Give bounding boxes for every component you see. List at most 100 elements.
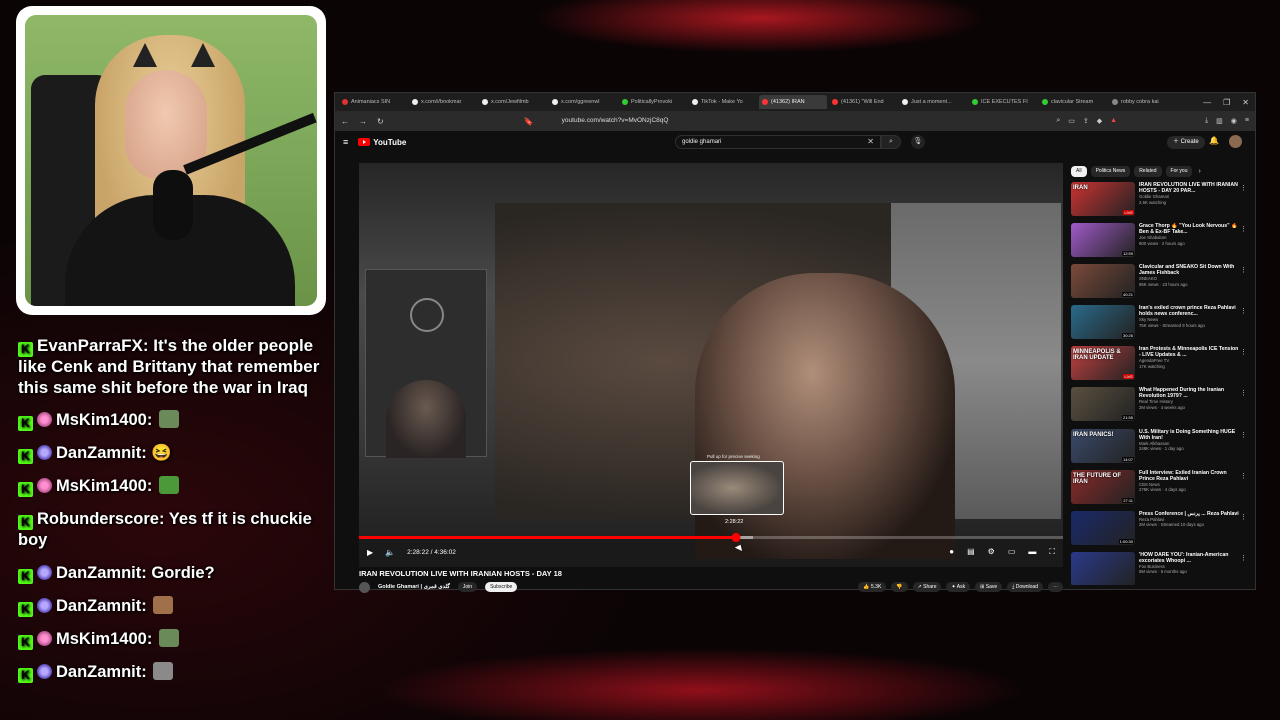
join-button[interactable]: Join — [457, 582, 478, 592]
chat-username[interactable]: Robunderscore — [37, 510, 159, 528]
more-actions-icon[interactable]: ⋯ — [1048, 582, 1063, 592]
video-thumbnail[interactable]: IRAN PANICS! 14:07 — [1071, 428, 1135, 463]
adblock-icon[interactable]: ▲ — [1110, 117, 1117, 125]
video-title[interactable]: Iran Protests & Minneapolis ICE Tension … — [1139, 346, 1239, 358]
filter-chip[interactable]: For you — [1165, 165, 1193, 177]
save-button[interactable]: ⊞ Save — [975, 582, 1003, 592]
share-icon[interactable]: ⇪ — [1083, 117, 1089, 125]
video-thumbnail[interactable]: 21:55 — [1071, 387, 1135, 422]
video-thumbnail[interactable]: MINNEAPOLIS & IRAN UPDATE LIVE — [1071, 346, 1135, 381]
video-title[interactable]: Full Interview: Exiled Iranian Crown Pri… — [1139, 470, 1239, 482]
progress-bar[interactable] — [359, 533, 1063, 542]
account-avatar[interactable] — [1229, 135, 1242, 148]
video-title[interactable]: Grace Thorp 🔥 "You Look Nervous" 🔥 Ben &… — [1139, 223, 1239, 235]
video-title[interactable]: Press Conference | پرنس ... Reza Pahlavi — [1139, 511, 1239, 517]
video-thumbnail[interactable] — [1071, 551, 1135, 585]
back-icon[interactable]: ← — [341, 117, 349, 126]
video-thumbnail[interactable]: IRAN LIVE — [1071, 182, 1135, 216]
ask-button[interactable]: ✦ Ask — [946, 582, 971, 592]
filter-chip[interactable]: Politics News — [1090, 165, 1131, 177]
dislike-button[interactable]: 👎 — [891, 582, 908, 592]
browser-tab[interactable]: Just a moment... — [899, 95, 967, 109]
reload-icon[interactable]: ↻ — [377, 117, 384, 126]
more-options-icon[interactable]: ⋮ — [1240, 348, 1247, 356]
video-title[interactable]: What Happened During the Iranian Revolut… — [1139, 387, 1239, 399]
channel-name[interactable]: Goldie Ghamari | گلدی قمری — [378, 584, 450, 590]
recommended-video[interactable]: MINNEAPOLIS & IRAN UPDATE LIVE Iran Protes… — [1071, 346, 1249, 385]
clear-search-icon[interactable]: ✕ — [867, 136, 874, 148]
more-options-icon[interactable]: ⋮ — [1240, 184, 1247, 192]
download-button[interactable]: ⤓ Download — [1007, 582, 1043, 592]
video-title[interactable]: Clavicular and SNEAKO Sit Down With Jame… — [1139, 264, 1239, 276]
video-player[interactable]: Pull up for precise seeking 2:28:22 ▶ 🔈 … — [359, 163, 1063, 567]
youtube-logo[interactable]: YouTube — [358, 138, 406, 147]
chat-username[interactable]: MsKim1400 — [56, 630, 147, 648]
video-thumbnail[interactable]: 1:00:30 — [1071, 510, 1135, 545]
browser-tab[interactable]: PoliticallyProvoki — [619, 95, 687, 109]
recommended-video[interactable]: 21:55 What Happened During the Iranian Re… — [1071, 387, 1249, 426]
more-options-icon[interactable]: ⋮ — [1240, 307, 1247, 315]
like-button[interactable]: 👍 5.3K — [858, 582, 887, 592]
more-options-icon[interactable]: ⋮ — [1240, 513, 1247, 521]
filter-chip[interactable]: Related — [1134, 165, 1162, 177]
browser-tab[interactable]: TikTok - Make Yo — [689, 95, 757, 109]
settings-icon[interactable]: ⚙ — [988, 547, 995, 557]
recommended-video[interactable]: IRAN LIVE IRAN REVOLUTION LIVE WITH IRANIA… — [1071, 182, 1249, 221]
chat-username[interactable]: DanZamnit — [56, 564, 141, 582]
browser-tab[interactable]: robby cobra kai — [1109, 95, 1177, 109]
chat-username[interactable]: MsKim1400 — [56, 477, 147, 495]
search-input[interactable]: goldie ghamari ✕ — [675, 135, 881, 149]
recommended-video[interactable]: 1:00:30 Press Conference | پرنس ... Reza … — [1071, 510, 1249, 550]
sidebar-icon[interactable]: ▥ — [1216, 117, 1223, 125]
more-options-icon[interactable]: ⋮ — [1240, 389, 1247, 397]
notifications-icon[interactable]: 🔔 — [1209, 136, 1219, 145]
miniplayer-icon[interactable]: ▭ — [1008, 547, 1016, 557]
screenshot-icon[interactable]: ▭ — [1068, 117, 1075, 125]
downloads-icon[interactable]: ⤓ — [1205, 117, 1208, 125]
video-title[interactable]: Iran's exiled crown prince Reza Pahlavi … — [1139, 305, 1239, 317]
video-thumbnail[interactable]: 40:21 — [1071, 264, 1135, 299]
theater-icon[interactable]: ▬ — [1028, 547, 1036, 557]
video-thumbnail[interactable]: 30:26 — [1071, 305, 1135, 340]
hamburger-menu-icon[interactable]: ≡ — [343, 137, 348, 147]
more-options-icon[interactable]: ⋮ — [1240, 431, 1247, 439]
chevron-right-icon[interactable]: › — [1198, 168, 1200, 175]
profile-icon[interactable]: ◉ — [1231, 117, 1237, 125]
more-options-icon[interactable]: ⋮ — [1240, 225, 1247, 233]
chat-username[interactable]: DanZamnit — [56, 663, 141, 681]
more-options-icon[interactable]: ⋮ — [1240, 266, 1247, 274]
browser-tab[interactable]: (41362) IRAN — [759, 95, 827, 109]
video-title[interactable]: IRAN REVOLUTION LIVE WITH IRANIAN HOSTS … — [1139, 182, 1239, 194]
fullscreen-icon[interactable]: ⛶ — [1049, 547, 1055, 557]
create-button[interactable]: ＋ Create — [1167, 136, 1205, 149]
autoplay-toggle-icon[interactable]: ● — [949, 547, 954, 557]
video-title[interactable]: U.S. Military is Doing Something HUGE Wi… — [1139, 429, 1239, 441]
play-icon[interactable]: ▶ — [367, 548, 373, 557]
filter-chip[interactable]: All — [1071, 165, 1087, 177]
browser-menu-icon[interactable]: ≡ — [1245, 117, 1249, 125]
recommended-video[interactable]: 40:21 Clavicular and SNEAKO Sit Down With… — [1071, 264, 1249, 303]
browser-tab[interactable]: ICE EXECUTES FI — [969, 95, 1037, 109]
video-thumbnail[interactable]: 12:59 — [1071, 223, 1135, 258]
browser-tab[interactable]: (41361) "Will End — [829, 95, 897, 109]
browser-tab[interactable]: clavicular Stream — [1039, 95, 1107, 109]
voice-search-icon[interactable]: 🎙 — [911, 135, 925, 149]
url-field[interactable]: youtube.com/watch?v=MvONzjC8qQ — [543, 114, 1047, 128]
bookmark-icon[interactable]: 🔖 — [524, 117, 534, 126]
more-options-icon[interactable]: ⋮ — [1240, 472, 1247, 480]
browser-tab[interactable]: x.com/Jewfilmb — [479, 95, 547, 109]
chat-username[interactable]: DanZamnit — [56, 444, 141, 462]
more-options-icon[interactable]: ⋮ — [1240, 554, 1247, 562]
volume-icon[interactable]: 🔈 — [385, 548, 395, 557]
browser-tab[interactable]: x.com/ggreenwl — [549, 95, 617, 109]
maximize-icon[interactable]: ❐ — [1223, 98, 1230, 107]
recommended-video[interactable]: 12:59 Grace Thorp 🔥 "You Look Nervous" 🔥 … — [1071, 223, 1249, 262]
chat-username[interactable]: DanZamnit — [56, 597, 141, 615]
channel-avatar[interactable] — [359, 581, 370, 593]
chat-username[interactable]: EvanParraFX — [37, 336, 143, 355]
subtitles-icon[interactable]: ▤ — [967, 547, 975, 557]
browser-tab[interactable]: x.com/i/bookmar — [409, 95, 477, 109]
video-frame[interactable]: Pull up for precise seeking 2:28:22 — [359, 163, 1063, 559]
chat-username[interactable]: MsKim1400 — [56, 411, 147, 429]
search-icon[interactable]: ⌕ — [881, 135, 901, 149]
